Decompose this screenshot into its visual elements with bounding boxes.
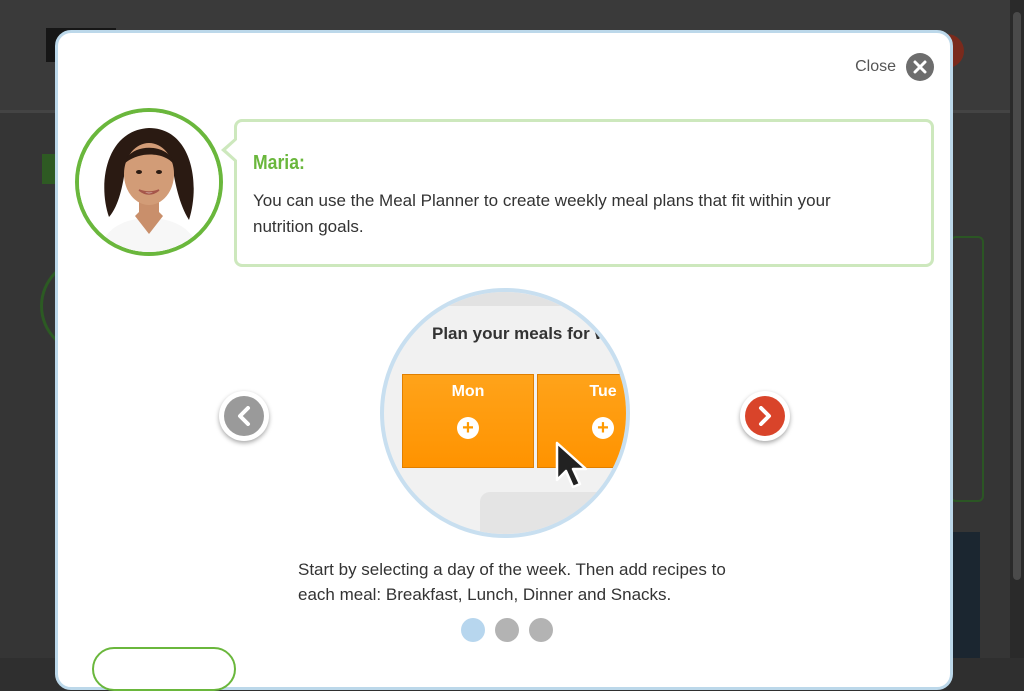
maria-portrait-icon — [79, 112, 219, 252]
illustration-top-bar — [384, 292, 626, 306]
chevron-right-icon[interactable] — [745, 396, 785, 436]
illustration-title: Plan your meals for w — [432, 324, 608, 343]
page-scrollbar[interactable] — [1010, 0, 1024, 658]
pagination-dot-2[interactable] — [495, 618, 519, 642]
chevron-left-icon[interactable] — [224, 396, 264, 436]
tutorial-message: You can use the Meal Planner to create w… — [253, 191, 831, 236]
scrollbar-thumb[interactable] — [1013, 12, 1021, 580]
slide-caption: Start by selecting a day of the week. Th… — [298, 560, 726, 604]
meal-planner-illustration: Plan your meals for w Mon + Tue + — [380, 288, 630, 538]
pagination-dot-3[interactable] — [529, 618, 553, 642]
tutorial-modal: Close Maria: You can use the Meal Planne… — [55, 30, 953, 691]
illustration-placeholder — [480, 492, 626, 534]
close-button[interactable]: Close — [855, 53, 934, 81]
previous-slide-button[interactable] — [219, 391, 269, 441]
bubble-tail-fill — [226, 139, 238, 161]
plus-icon: + — [457, 417, 479, 439]
plus-icon: + — [592, 417, 614, 439]
close-label[interactable]: Close — [855, 58, 896, 76]
day-label: Tue — [589, 383, 617, 400]
close-icon[interactable] — [906, 53, 934, 81]
day-label: Mon — [451, 383, 485, 400]
mouse-cursor-icon — [555, 441, 588, 489]
day-card-mon: Mon + — [402, 374, 534, 468]
speech-bubble: Maria: You can use the Meal Planner to c… — [221, 119, 934, 267]
background-panel — [950, 236, 984, 502]
next-slide-button[interactable] — [740, 391, 790, 441]
slide-pagination — [461, 618, 553, 642]
background-dark-panel — [950, 532, 980, 658]
speaker-name: Maria: — [253, 152, 305, 174]
avatar — [75, 108, 223, 256]
modal-action-button[interactable] — [92, 647, 236, 691]
pagination-dot-1[interactable] — [461, 618, 485, 642]
